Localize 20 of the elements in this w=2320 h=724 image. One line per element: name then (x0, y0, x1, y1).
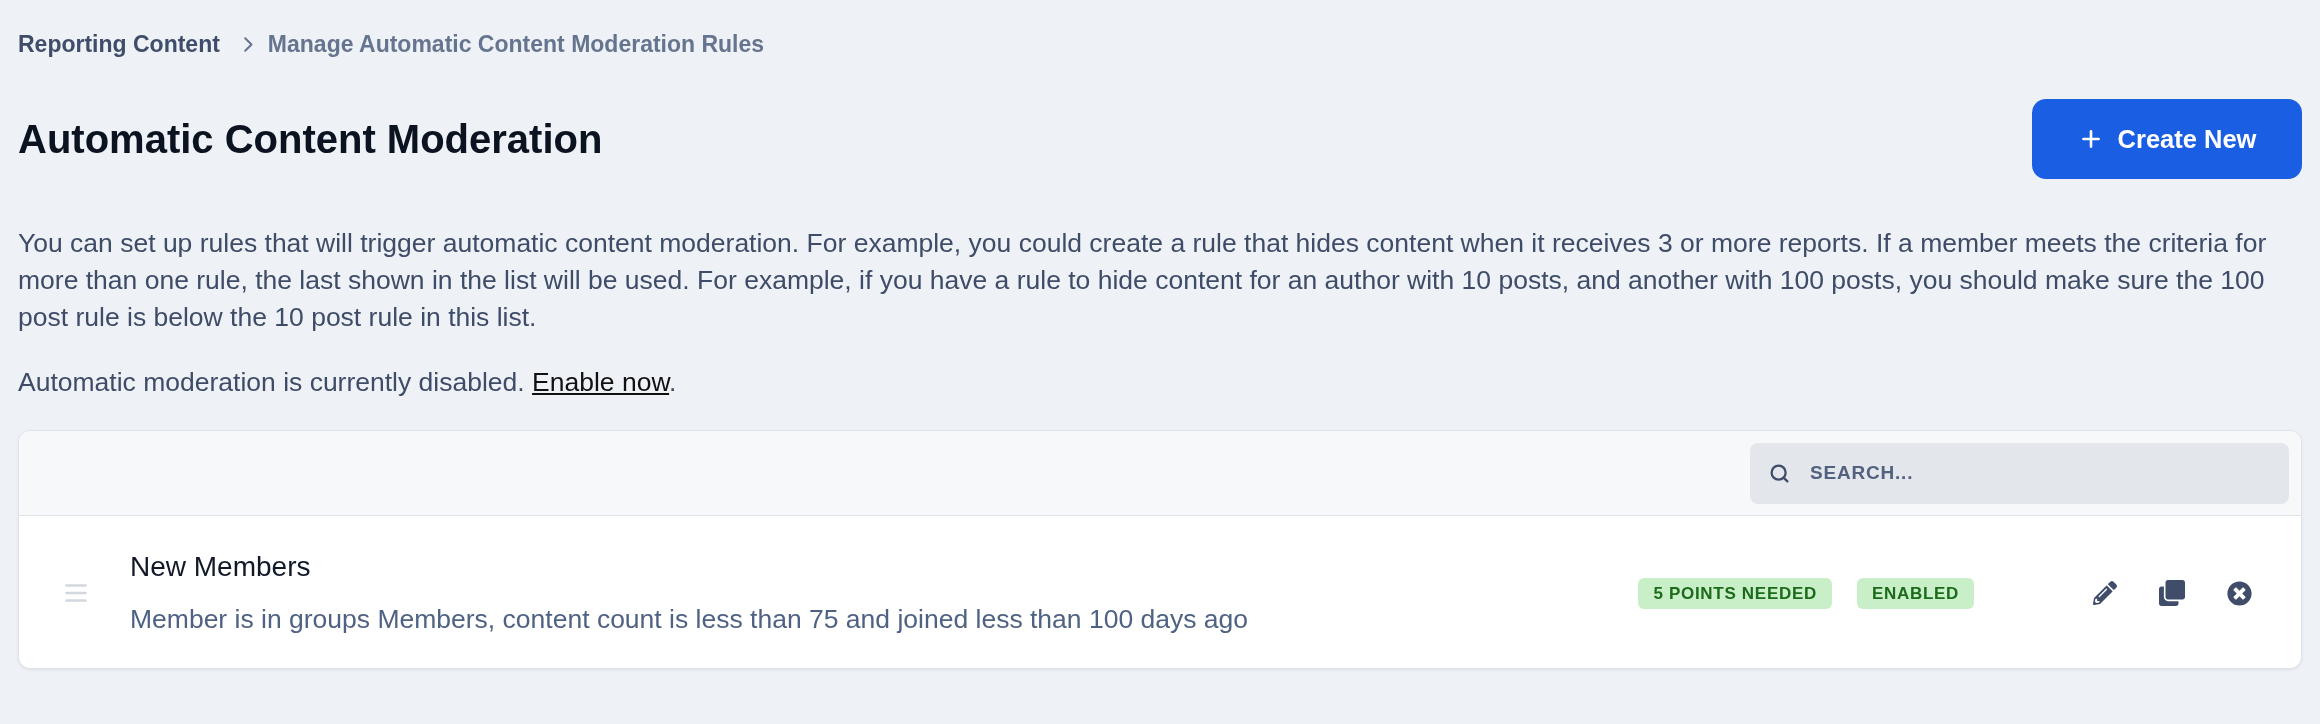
status-message: Automatic moderation is currently disabled. Enable now. (18, 366, 677, 399)
pencil-icon (2093, 581, 2117, 605)
edit-button[interactable] (2093, 581, 2117, 605)
create-new-button[interactable]: Create New (2032, 99, 2302, 179)
delete-button[interactable] (2227, 580, 2252, 606)
enable-now-link[interactable]: Enable now (532, 367, 670, 397)
page-title: Automatic Content Moderation (18, 116, 603, 163)
search-field[interactable]: SEARCH... (1750, 442, 2289, 504)
intro-paragraph: You can set up rules that will trigger automatic content moderation. For example, you could create a rule that hides content when it receives 3 or more reports. If a member meets the criteria for more than one rule, the last shown in the list will be used. For example, if you have a rule to hide content for an author with 10 posts, and another with 100 posts, you should make sure the 100 post rule is below the 10 post rule in this list. (18, 227, 2268, 334)
drag-handle-icon[interactable] (65, 584, 87, 602)
rule-summary: Member is in groups Members, content count is less than 75 and joined less than 100 days ago (130, 603, 1249, 635)
copy-icon (2159, 580, 2185, 606)
search-icon (1769, 462, 1790, 484)
rule-badge: ENABLED (1856, 577, 1974, 609)
rule-badge: 5 POINTS NEEDED (1638, 577, 1832, 609)
chevron-right-icon (243, 36, 253, 52)
rule-title: New Members (130, 551, 311, 583)
duplicate-button[interactable] (2159, 580, 2185, 606)
breadcrumb-link[interactable]: Reporting Content (18, 29, 220, 59)
breadcrumb-current: Manage Automatic Content Moderation Rules (267, 30, 765, 59)
